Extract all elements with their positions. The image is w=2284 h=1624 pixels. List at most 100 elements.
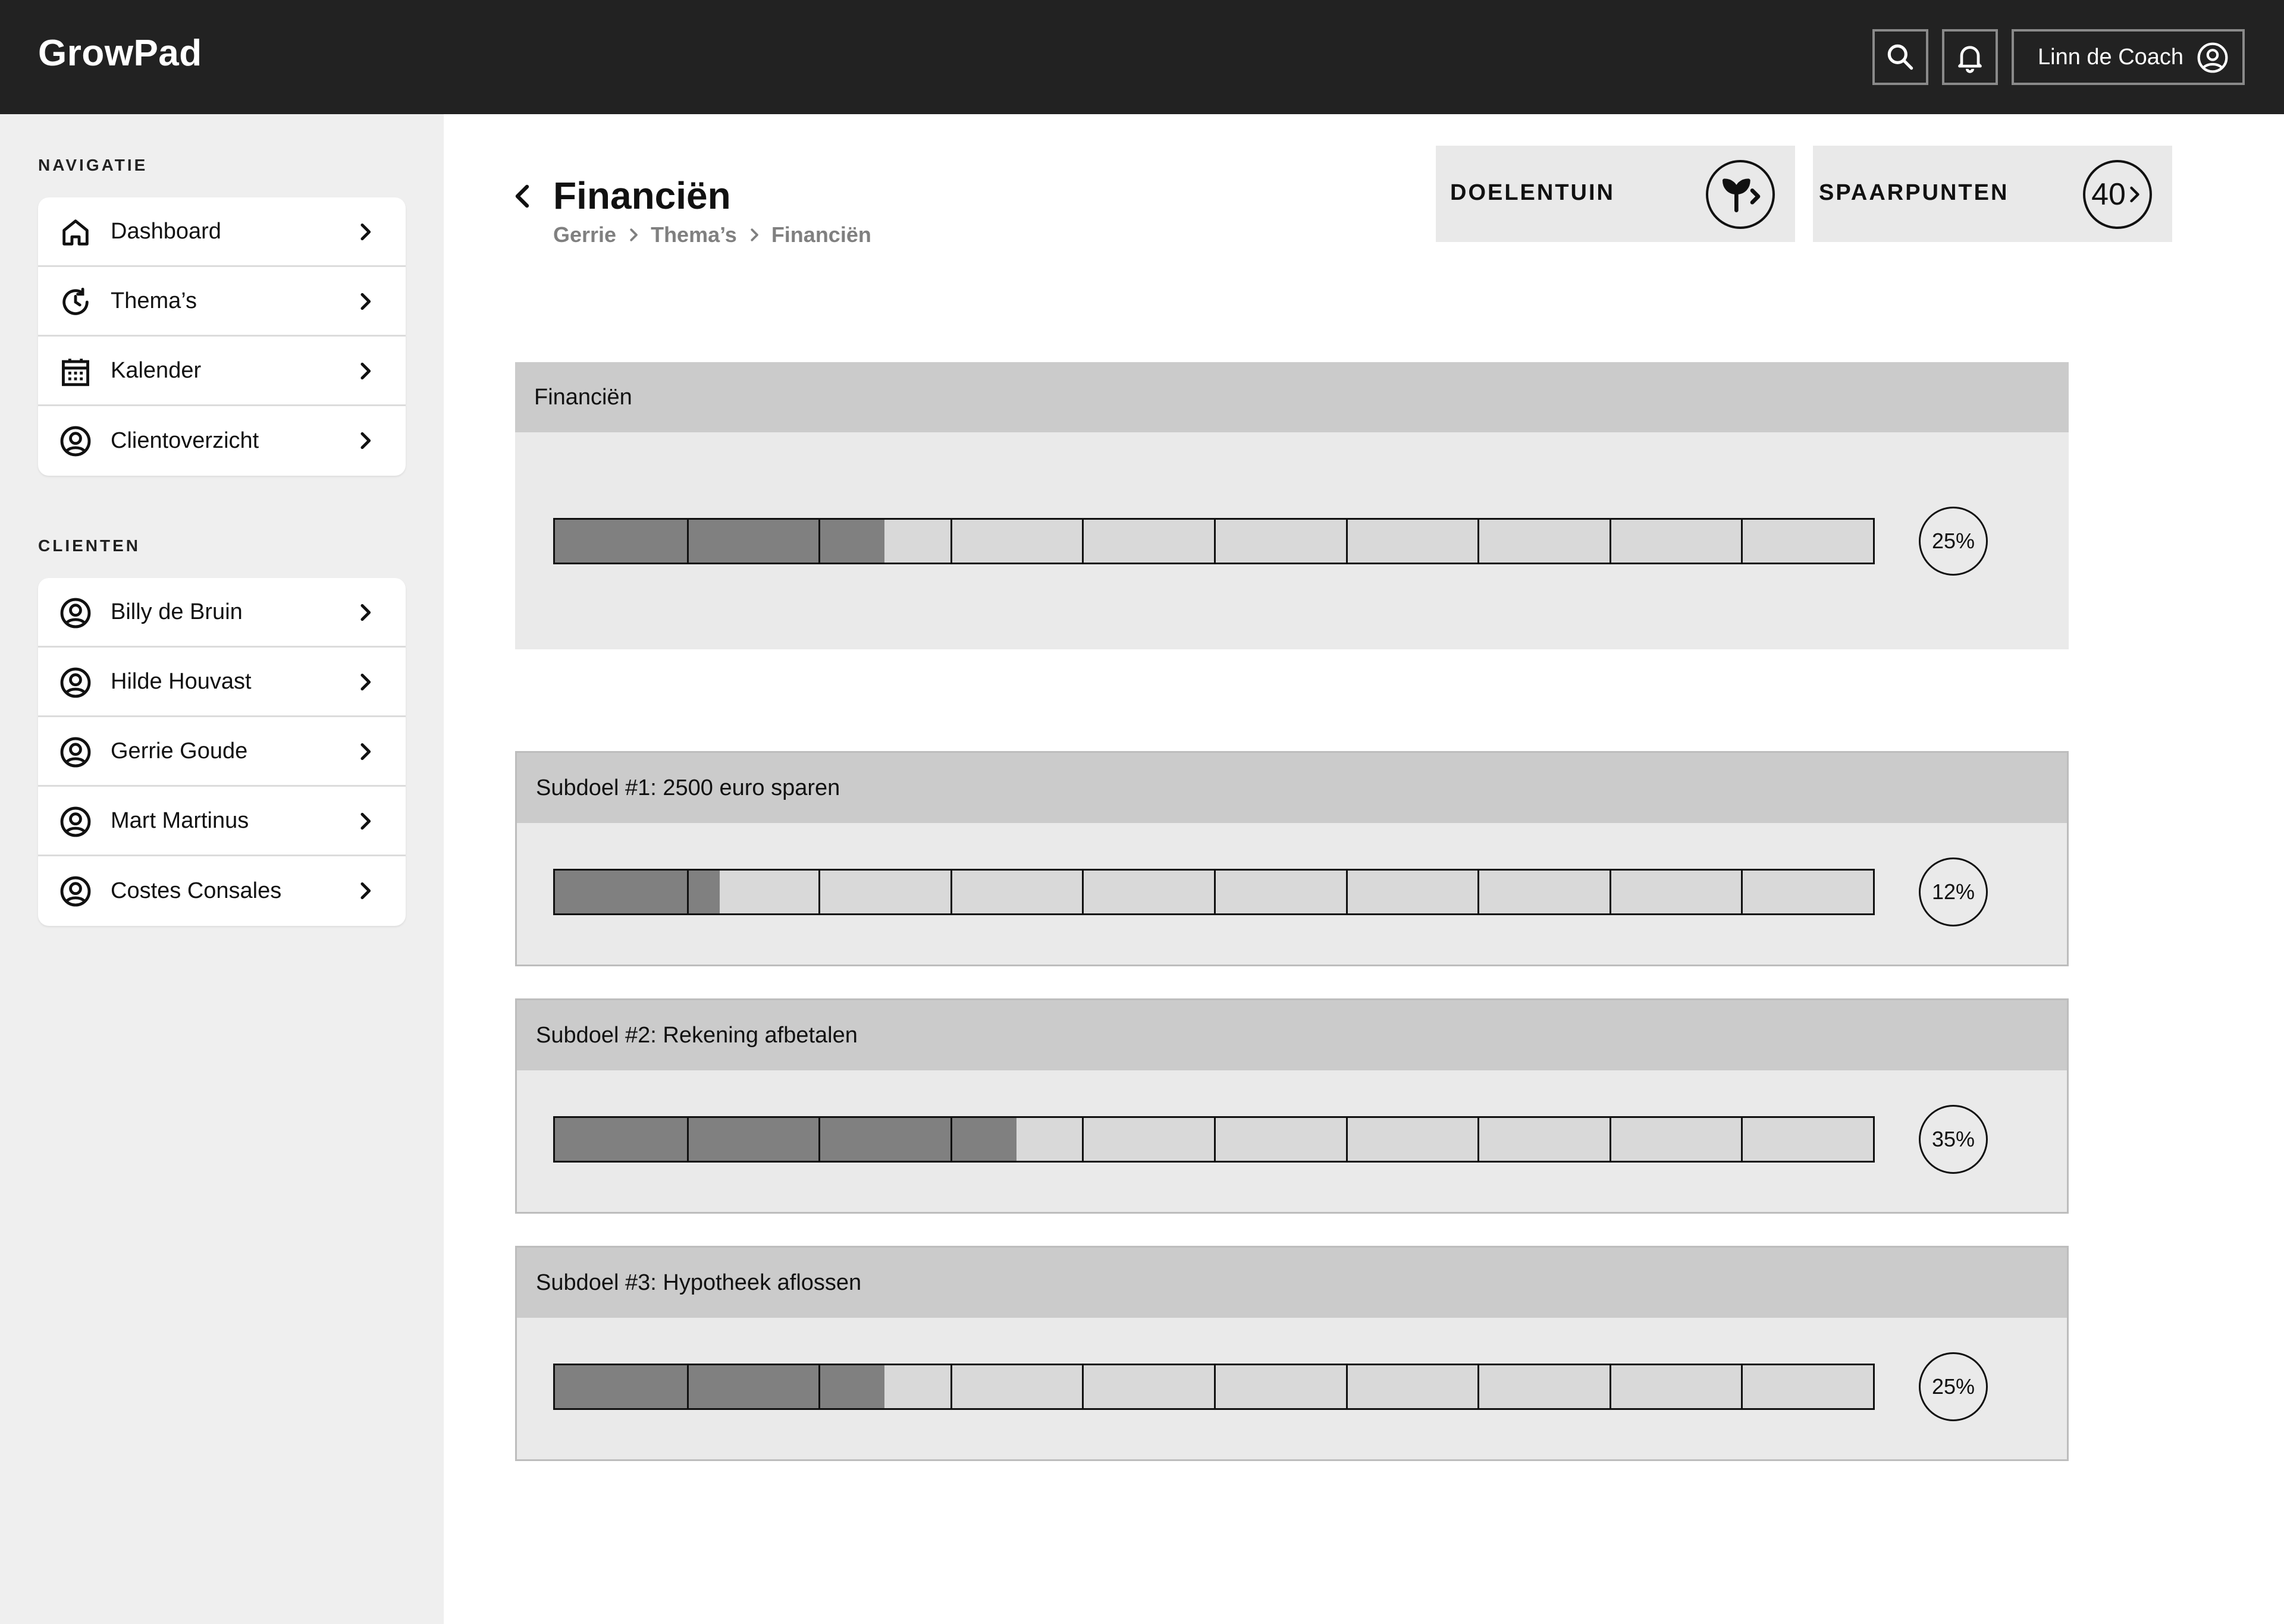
goal-panel-header: Subdoel #3: Hypotheek aflossen (517, 1248, 2067, 1318)
breadcrumb-item: Financiën (771, 222, 871, 247)
progress-segment-divider (950, 871, 952, 913)
chevron-right-icon (360, 604, 371, 621)
progress-segment-divider (1741, 1365, 1743, 1408)
spaarpunten-card[interactable]: SPAARPUNTEN 40 (1813, 146, 2172, 242)
progress-segment-divider (1741, 871, 1743, 913)
breadcrumb-item[interactable]: Gerrie (553, 222, 616, 247)
progress-segment-divider (1082, 1365, 1084, 1408)
sidebar-item-label: Billy de Bruin (111, 599, 243, 624)
search-button[interactable] (1872, 29, 1928, 85)
user-menu-button[interactable]: Linn de Coach (2012, 29, 2245, 85)
progress-bar (553, 518, 1875, 564)
doelentuin-card[interactable]: DOELENTUIN (1436, 146, 1795, 242)
doelentuin-label: DOELENTUIN (1450, 180, 1615, 205)
progress-segment-divider (1477, 871, 1480, 913)
progress-segment-divider (1082, 871, 1084, 913)
chevron-right-icon (751, 228, 758, 241)
progress-segment-divider (950, 1118, 952, 1161)
sprout-icon (1723, 178, 1761, 212)
progress-segment-divider (1214, 520, 1216, 563)
clients-section-label: CLIENTEN (38, 536, 140, 555)
top-bar: GrowPad Linn de Coach (0, 0, 2284, 114)
chevron-right-icon (2130, 186, 2139, 203)
goal-panel-header: Financiën (515, 362, 2069, 432)
progress-segment-divider (950, 1365, 952, 1408)
sidebar-item-kalender[interactable]: Kalender (38, 337, 406, 406)
progress-fill (555, 1365, 884, 1408)
sidebar-item-client[interactable]: Mart Martinus (38, 787, 406, 856)
app-logo[interactable]: GrowPad (38, 32, 202, 74)
sidebar-item-clientoverzicht[interactable]: Clientoverzicht (38, 406, 406, 476)
sidebar-item-client[interactable]: Billy de Bruin (38, 578, 406, 648)
chevron-right-icon (360, 432, 371, 450)
goal-panel-main: Financiën 25% (515, 362, 2069, 649)
user-circle-icon (2197, 42, 2228, 73)
progress-percent-badge: 35% (1919, 1105, 1988, 1174)
user-circle-icon (60, 737, 91, 768)
chevron-right-icon (630, 228, 638, 241)
progress-segment-divider (818, 1365, 821, 1408)
progress-segment-divider (818, 871, 821, 913)
progress-segment-divider (686, 520, 689, 563)
progress-percent-badge: 25% (1919, 507, 1988, 576)
progress-segment-divider (1345, 871, 1348, 913)
sidebar-item-client[interactable]: Hilde Houvast (38, 648, 406, 717)
sidebar-item-label: Mart Martinus (111, 808, 249, 833)
progress-segment-divider (686, 1365, 689, 1408)
goal-title: Subdoel #2: Rekening afbetalen (536, 1023, 858, 1048)
progress-segment-divider (1214, 1365, 1216, 1408)
sidebar-item-client[interactable]: Costes Consales (38, 856, 406, 926)
progress-fill (555, 1118, 1016, 1161)
progress-bar (553, 1364, 1875, 1410)
chevron-right-icon (360, 362, 371, 380)
progress-segment-divider (1345, 1365, 1348, 1408)
progress-fill (555, 520, 884, 563)
bell-icon (1958, 46, 1982, 73)
sidebar-item-label: Dashboard (111, 218, 221, 244)
user-circle-icon (60, 598, 91, 629)
sidebar-item-label: Clientoverzicht (111, 428, 259, 453)
sidebar-item-dashboard[interactable]: Dashboard (38, 197, 406, 267)
goal-title: Financiën (534, 385, 632, 410)
chevron-right-icon (360, 743, 371, 761)
progress-segment-divider (950, 520, 952, 563)
sidebar-item-themas[interactable]: Thema’s (38, 267, 406, 337)
notifications-button[interactable] (1942, 29, 1998, 85)
chevron-right-icon (360, 882, 371, 900)
user-circle-icon (60, 426, 91, 457)
progress-segment-divider (1741, 1118, 1743, 1161)
progress-segment-divider (1741, 520, 1743, 563)
progress-segment-divider (1477, 520, 1480, 563)
goal-title: Subdoel #1: 2500 euro sparen (536, 775, 840, 800)
clock-refresh-icon (62, 287, 89, 315)
progress-segment-divider (1214, 1118, 1216, 1161)
progress-segment-divider (1609, 520, 1611, 563)
nav-menu: Dashboard Thema’s Kalender Clientoverzic… (38, 197, 406, 476)
user-circle-icon (60, 667, 91, 698)
user-circle-icon (60, 806, 91, 837)
goal-panel-subgoal-2: Subdoel #2: Rekening afbetalen 35% (515, 998, 2069, 1214)
progress-segment-divider (1477, 1365, 1480, 1408)
sidebar-item-client[interactable]: Gerrie Goude (38, 717, 406, 787)
progress-segment-divider (1477, 1118, 1480, 1161)
goal-panel-header: Subdoel #1: 2500 euro sparen (517, 753, 2067, 823)
sidebar-item-label: Thema’s (111, 288, 197, 313)
spaarpunten-label: SPAARPUNTEN (1819, 180, 2009, 205)
doelentuin-button[interactable] (1706, 160, 1775, 229)
chevron-right-icon (360, 812, 371, 830)
sidebar-item-label: Kalender (111, 357, 202, 383)
spaarpunten-button[interactable]: 40 (2083, 160, 2152, 229)
clients-menu: Billy de Bruin Hilde Houvast Gerrie Goud… (38, 578, 406, 926)
chevron-right-icon (360, 223, 371, 241)
progress-percent-badge: 25% (1919, 1352, 1988, 1421)
progress-segment-divider (1082, 1118, 1084, 1161)
progress-bar (553, 869, 1875, 915)
calendar-icon (62, 359, 89, 387)
nav-section-label: NAVIGATIE (38, 156, 148, 174)
progress-segment-divider (818, 1118, 821, 1161)
progress-fill (555, 871, 720, 913)
breadcrumb-item[interactable]: Thema’s (651, 222, 737, 247)
back-chevron-icon[interactable] (509, 181, 538, 212)
breadcrumb: Gerrie Thema’s Financiën (553, 222, 871, 247)
sidebar-item-label: Costes Consales (111, 878, 282, 903)
